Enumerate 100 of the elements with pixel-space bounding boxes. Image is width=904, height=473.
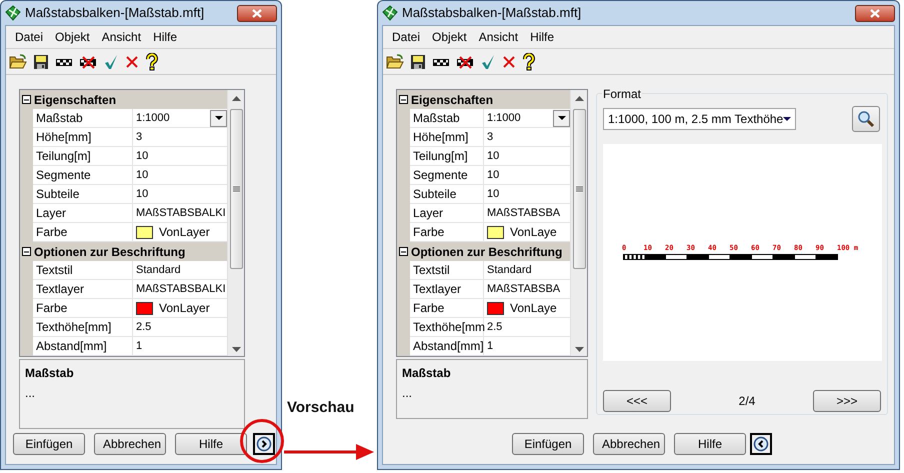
dropdown-button[interactable] <box>553 110 570 126</box>
property-value[interactable]: MAßSTABSBA <box>487 204 560 222</box>
scroll-up-icon[interactable] <box>574 96 584 101</box>
property-label[interactable]: Subteile <box>33 185 133 204</box>
property-label[interactable]: Layer <box>33 204 133 223</box>
property-label[interactable]: Texthöhe[mm] <box>33 318 133 337</box>
property-label[interactable]: Texthöhe[mm <box>410 318 484 337</box>
property-value[interactable]: 10 <box>136 148 148 164</box>
property-value[interactable]: MAßSTABSBALKI <box>136 280 226 298</box>
property-value[interactable]: Standard <box>487 262 532 278</box>
property-value[interactable]: 10 <box>487 148 500 164</box>
scrollbar[interactable] <box>570 90 587 356</box>
property-label[interactable]: Textstil <box>33 261 133 280</box>
close-icon[interactable] <box>502 54 516 68</box>
menu-item[interactable]: Hilfe <box>526 28 558 46</box>
category-header[interactable]: Optionen zur Beschriftung <box>20 242 227 261</box>
property-value[interactable]: VonLaye <box>508 223 557 241</box>
property-value[interactable]: 10 <box>487 166 500 184</box>
dropdown-button[interactable] <box>210 110 227 126</box>
zoom-button[interactable] <box>852 106 880 132</box>
dialog-button[interactable]: Abbrechen <box>94 433 166 455</box>
description-title: Maßstab <box>25 365 75 382</box>
property-label[interactable]: Abstand[mm] <box>33 337 133 356</box>
expand-preview-button[interactable] <box>253 433 275 455</box>
property-value[interactable]: 2.5 <box>487 318 502 336</box>
open-folder-icon[interactable] <box>386 54 404 70</box>
menu-item[interactable]: Objekt <box>51 28 94 46</box>
property-value[interactable]: 10 <box>487 186 500 202</box>
caret-icon <box>783 117 792 121</box>
menu-item[interactable]: Datei <box>388 28 424 46</box>
format-dropdown[interactable]: 1:1000, 100 m, 2.5 mm Texthöhe <box>603 108 796 130</box>
close-button[interactable] <box>855 4 895 22</box>
property-value[interactable]: 1 <box>136 338 142 354</box>
property-label[interactable]: Höhe[mm] <box>33 128 133 147</box>
property-value[interactable]: 10 <box>136 166 148 184</box>
menu-item[interactable]: Ansicht <box>98 28 146 46</box>
collapse-icon[interactable] <box>22 246 32 256</box>
dialog-button[interactable]: Hilfe <box>175 433 247 455</box>
property-label[interactable]: Textstil <box>410 261 484 280</box>
category-header[interactable]: Eigenschaften <box>397 90 570 109</box>
collapse-preview-button[interactable] <box>750 433 772 455</box>
property-label[interactable]: Höhe[mm] <box>410 128 484 147</box>
property-label[interactable]: Farbe <box>33 299 133 318</box>
close-button[interactable] <box>237 4 277 22</box>
question-mark-icon[interactable] <box>145 52 159 70</box>
collapse-icon[interactable] <box>399 94 409 104</box>
previous-button[interactable]: <<< <box>603 390 671 412</box>
category-header[interactable]: Eigenschaften <box>20 90 227 109</box>
color-swatch[interactable] <box>487 226 504 238</box>
scroll-down-icon[interactable] <box>574 347 584 352</box>
question-mark-icon[interactable] <box>522 52 536 70</box>
delete-scale-bar-icon[interactable] <box>456 54 474 68</box>
property-value[interactable]: 3 <box>136 128 142 146</box>
scrollbar-thumb[interactable] <box>572 109 586 269</box>
menu-item[interactable]: Hilfe <box>149 28 182 46</box>
property-value[interactable]: VonLaye <box>508 299 557 317</box>
property-label[interactable]: Layer <box>410 204 484 223</box>
dialog-button[interactable]: Einfügen <box>512 433 584 455</box>
property-label[interactable]: Segmente <box>33 166 133 185</box>
property-label[interactable]: Farbe <box>410 299 484 318</box>
property-value[interactable]: Standard <box>136 262 181 278</box>
dialog-button[interactable]: Hilfe <box>674 433 746 455</box>
dialog-button[interactable]: Einfügen <box>13 433 85 455</box>
property-value[interactable]: MAßSTABSBALKI <box>136 204 226 222</box>
scroll-up-icon[interactable] <box>232 96 240 101</box>
color-swatch[interactable] <box>136 226 153 238</box>
property-value[interactable]: 3 <box>487 128 494 146</box>
property-label[interactable]: Teilung[m] <box>410 147 484 166</box>
property-label[interactable]: Teilung[m] <box>33 147 133 166</box>
collapse-icon[interactable] <box>399 246 409 256</box>
dialog-button[interactable]: Abbrechen <box>593 433 665 455</box>
property-label[interactable]: Abstand[mm] <box>410 337 484 356</box>
property-value[interactable]: VonLayer <box>157 299 210 317</box>
close-icon <box>870 8 880 18</box>
scrollbar[interactable] <box>227 90 244 356</box>
checkmark-icon[interactable] <box>480 54 496 70</box>
property-label[interactable]: Subteile <box>410 185 484 204</box>
color-swatch[interactable] <box>487 302 504 314</box>
close-icon[interactable] <box>125 54 139 68</box>
open-folder-icon[interactable] <box>9 54 27 70</box>
menu-item[interactable]: Datei <box>11 28 48 46</box>
property-label[interactable]: Textlayer <box>410 280 484 299</box>
scrollbar-thumb[interactable] <box>230 109 242 269</box>
checkmark-icon[interactable] <box>103 54 119 70</box>
menu-item[interactable]: Ansicht <box>474 28 522 46</box>
property-value[interactable]: 1 <box>487 338 494 354</box>
next-button[interactable]: >>> <box>813 390 881 412</box>
menu-item[interactable]: Objekt <box>428 28 471 46</box>
property-label[interactable]: Textlayer <box>33 280 133 299</box>
collapse-icon[interactable] <box>22 94 32 104</box>
property-label[interactable]: Segmente <box>410 166 484 185</box>
property-value[interactable]: 10 <box>136 186 148 202</box>
property-value[interactable]: 1:1000 <box>136 110 206 126</box>
scroll-down-icon[interactable] <box>232 347 240 352</box>
category-header[interactable]: Optionen zur Beschriftung <box>397 242 570 261</box>
property-value[interactable]: VonLayer <box>157 223 210 241</box>
color-swatch[interactable] <box>136 302 153 314</box>
property-value[interactable]: MAßSTABSBA <box>487 280 560 298</box>
property-value[interactable]: 2.5 <box>136 318 152 336</box>
delete-scale-bar-icon[interactable] <box>79 54 97 68</box>
